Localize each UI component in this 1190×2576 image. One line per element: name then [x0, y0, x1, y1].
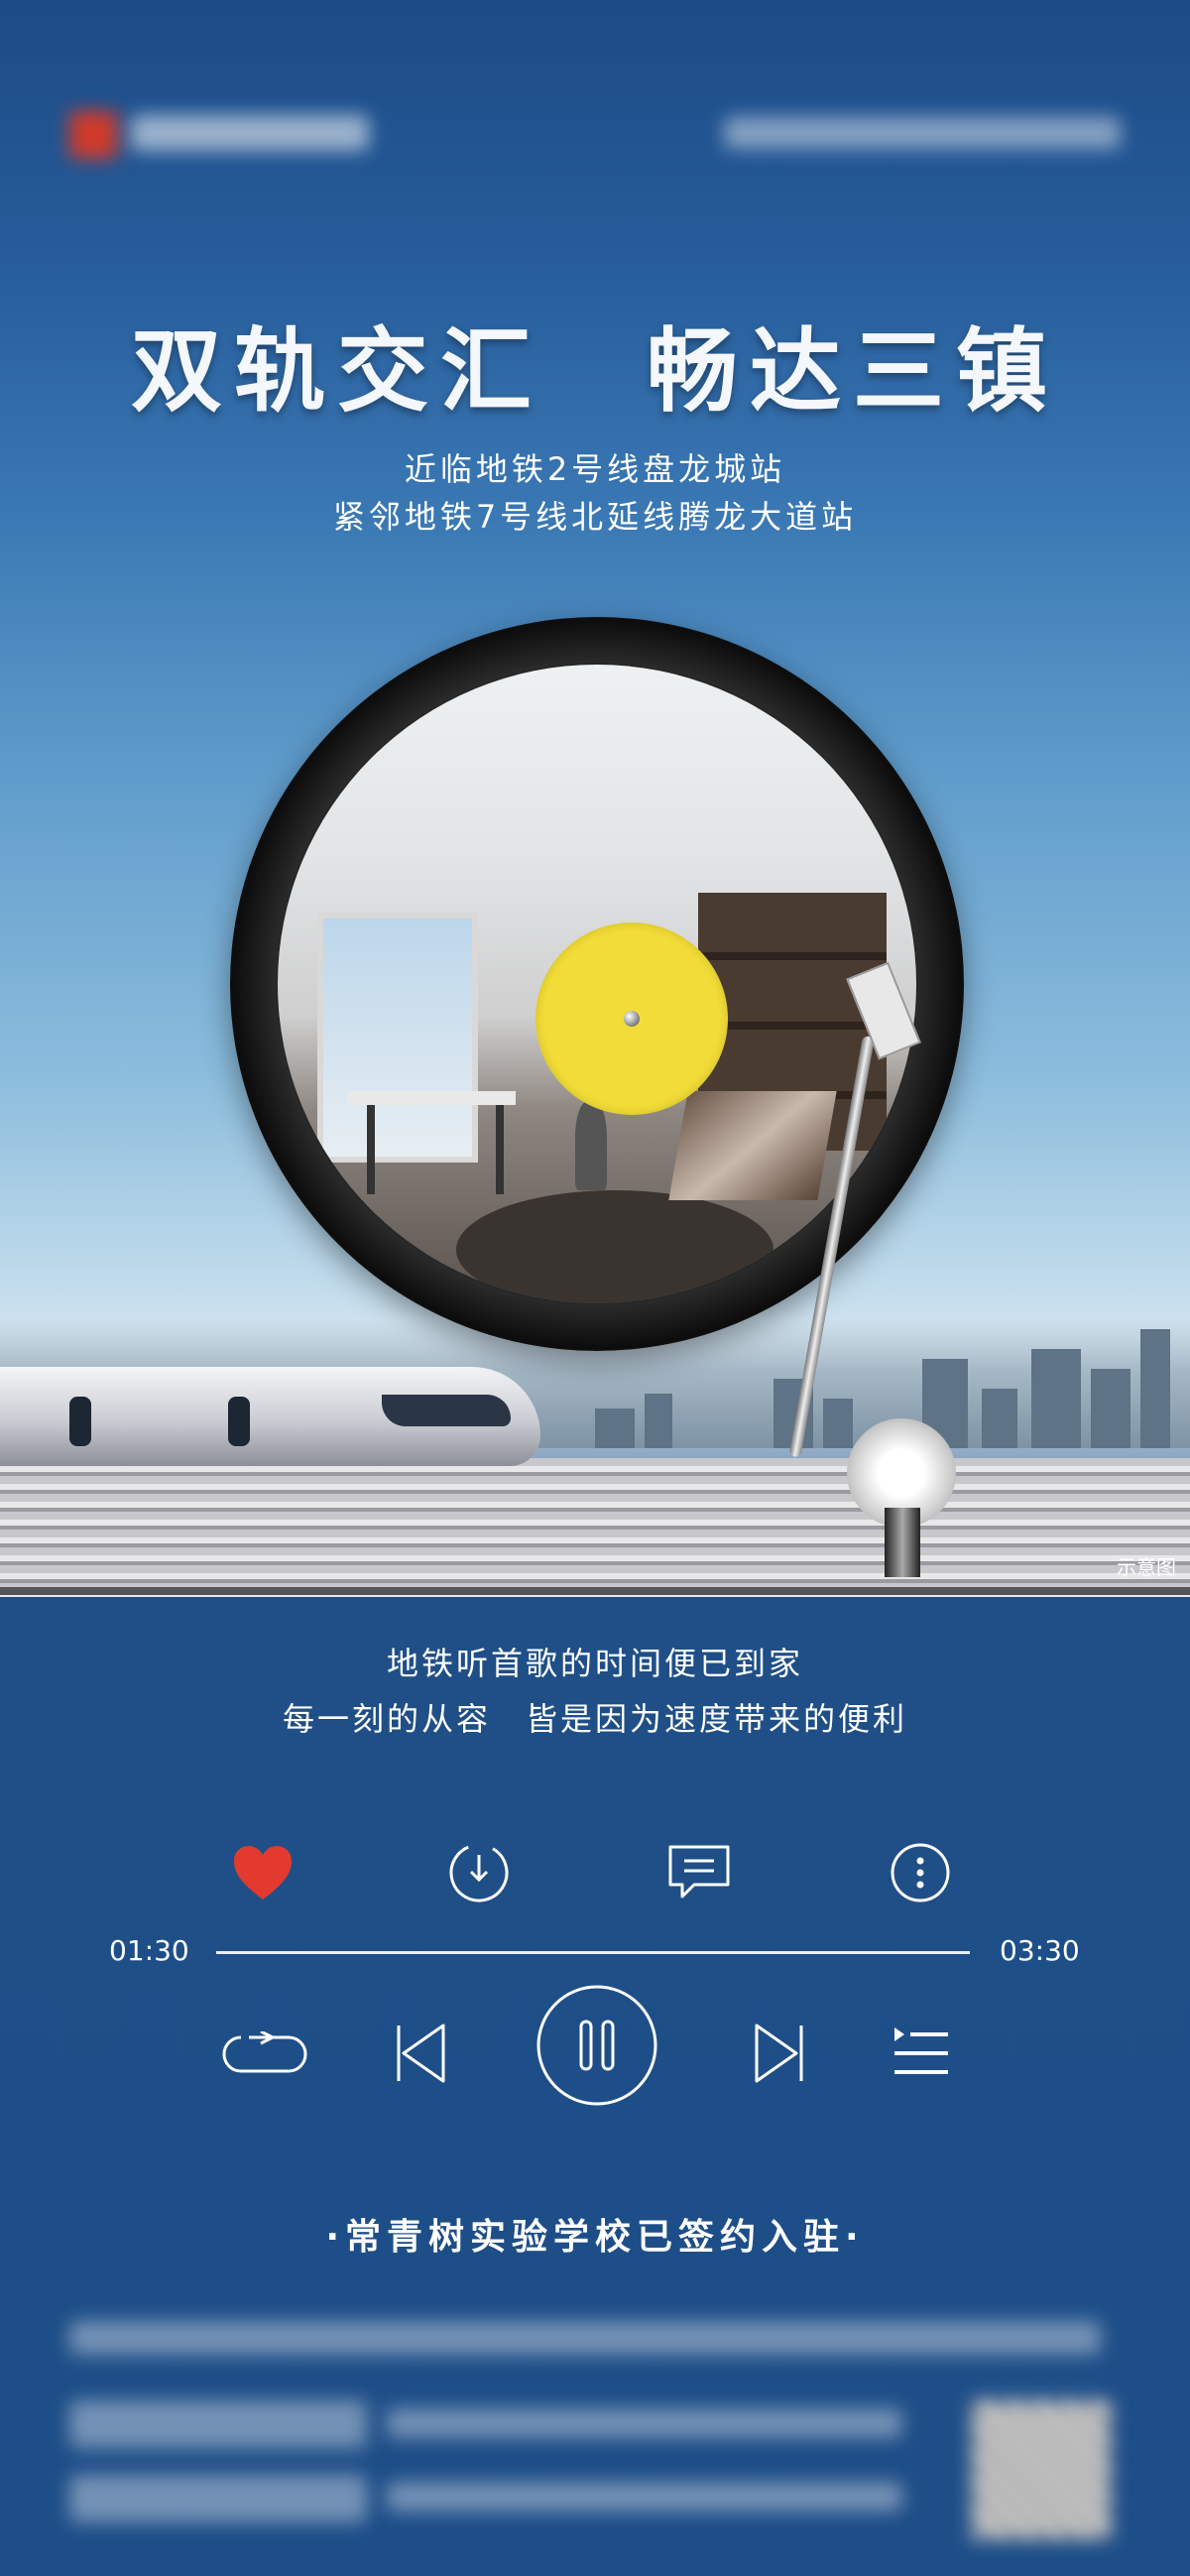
bottom-tagline: ·常青树实验学校已签约入驻·	[325, 2217, 865, 2258]
subtitle-line-1: 近临地铁2号线盘龙城站	[404, 450, 786, 488]
lyric-line-1: 地铁听首歌的时间便已到家	[386, 1645, 803, 1682]
image-caption: 示意图	[1117, 1555, 1176, 1579]
track-edge	[0, 1587, 1190, 1595]
progress-bar[interactable]	[216, 1951, 970, 1954]
subtitle-line-2: 紧邻地铁7号线北延线腾龙大道站	[332, 498, 858, 536]
heart-icon[interactable]	[230, 1840, 296, 1905]
repeat-icon[interactable]	[220, 2024, 309, 2083]
next-icon[interactable]	[749, 2019, 808, 2088]
total-time: 03:30	[1000, 1934, 1080, 1967]
comment-icon[interactable]	[664, 1840, 734, 1905]
pause-button[interactable]	[536, 1984, 658, 2107]
brand-slogan-blurred	[724, 117, 1121, 149]
lyric-line-2: 每一刻的从容 皆是因为速度带来的便利	[282, 1700, 907, 1738]
interior-photo	[278, 665, 916, 1303]
playlist-icon[interactable]	[888, 2024, 953, 2083]
brand-name-blurred	[131, 115, 369, 151]
record-label	[536, 922, 728, 1115]
more-icon[interactable]	[888, 1840, 953, 1905]
brand-logo	[69, 111, 117, 159]
tonearm-foot	[885, 1508, 920, 1577]
record-spindle	[624, 1011, 640, 1027]
qr-code	[972, 2400, 1111, 2539]
rail-track	[0, 1458, 1190, 1597]
brand-bar	[60, 99, 1130, 169]
poster: 双轨交汇 畅达三镇 近临地铁2号线盘龙城站 紧邻地铁7号线北延线腾龙大道站 示意…	[0, 0, 1190, 2576]
pause-icon	[536, 1985, 657, 2106]
download-icon[interactable]	[446, 1840, 512, 1905]
headline: 双轨交汇 畅达三镇	[130, 318, 1059, 425]
previous-icon[interactable]	[392, 2019, 451, 2088]
footer-contact-blurred	[60, 2311, 1130, 2549]
current-time: 01:30	[109, 1934, 189, 1967]
high-speed-train	[0, 1367, 540, 1466]
